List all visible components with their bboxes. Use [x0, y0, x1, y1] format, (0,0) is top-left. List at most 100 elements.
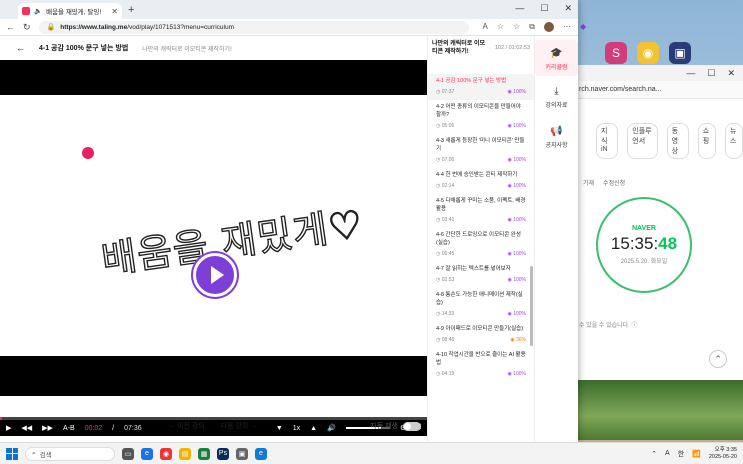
profile-avatar[interactable] [543, 22, 554, 32]
curriculum-item-title: 4-9 아이패드로 이모티콘 만들기(실습) [436, 326, 524, 332]
naver-clock-widget: NAVER 15:35:48 2025.5.20. 화요일 [596, 197, 692, 293]
task-view-icon[interactable]: ▭ [122, 447, 134, 460]
curriculum-item[interactable]: 4-9 아이패드로 이모티콘 만들기(실습) ◷ 08:46 ◉ 36% [428, 322, 534, 348]
duration: ◷ 04:19 [436, 371, 455, 377]
speaker-icon: 🔈 [34, 8, 43, 15]
progress-percent: ◉ 100% [507, 251, 526, 257]
more-menu-icon[interactable]: ⋯ [563, 22, 571, 32]
toolbar-icons: A ☆ ☆ ⧉ ⋯ ◆ [483, 22, 586, 32]
copilot-icon[interactable]: ◆ [580, 22, 586, 32]
curriculum-item-title: 4-3 새롭게 등장한 '미니 이모티콘' 만들기 [436, 138, 525, 152]
curriculum-item-meta: ◷ 04:19 ◉ 100% [436, 370, 526, 378]
side-menu: 🎓 커리큘럼 ⤓ 강의자료 📢 공지사항 [534, 36, 578, 442]
favorite-star-icon[interactable]: ☆ [497, 22, 504, 32]
input-mode-indicator[interactable]: A [665, 450, 670, 457]
address-bar[interactable]: 🔒 https://www.taling.me/vod/play/1071513… [38, 20, 469, 34]
background-window-controls: — ☐ ✕ [561, 65, 743, 81]
vod-page: ← 4-1 공감 100% 문구 넣는 방법 나만의 캐릭터로 이모티콘 제작하… [0, 36, 578, 442]
desktop: S ◉ ▣ — ☐ ✕ rch.naver.com/search.na... 지식i… [0, 0, 743, 464]
desktop-app-icon[interactable]: ▣ [669, 42, 691, 64]
duration: ◷ 14:33 [436, 311, 455, 317]
curriculum-item[interactable]: 4-10 작업시간을 반으로 줄이는 AI 활용법 ◷ 04:19 ◉ 100% [428, 348, 534, 382]
naver-subtab[interactable]: 수정신청 [603, 178, 625, 187]
chevron-up-icon[interactable]: ⌃ [651, 450, 657, 458]
curriculum-title: 나만의 캐릭터로 이모티콘 제작하기! [432, 41, 486, 55]
back-arrow-icon[interactable]: ← [16, 43, 25, 53]
curriculum-item-title: 4-4 한 번에 승인받는 콘티 제작하기 [436, 172, 518, 178]
previous-lesson-button[interactable]: ← 이전 강의 [168, 421, 205, 431]
duration: ◷ 03:41 [436, 217, 455, 223]
curriculum-panel: 나만의 캐릭터로 이모티콘 제작하기! 102 / 01:02:53 4-1 공… [427, 36, 534, 442]
next-lesson-button[interactable]: 다음 강의 → [221, 421, 258, 431]
curriculum-item[interactable]: 4-3 새롭게 등장한 '미니 이모티콘' 만들기 ◷ 07:00 ◉ 100% [428, 134, 534, 168]
naver-tab[interactable]: 뉴스 [724, 123, 743, 159]
background-image [561, 380, 743, 440]
tab-bar: 🔈 배움을 재밌게, 탈잉! ✕ + — ☐ ✕ [0, 0, 578, 19]
back-icon[interactable]: ← [6, 22, 15, 32]
duration: ◷ 02:53 [436, 277, 455, 283]
video-frame: 배움을 재밌게♡ [0, 95, 427, 356]
close-window-button[interactable]: ✕ [564, 3, 572, 14]
background-browser-window[interactable]: — ☐ ✕ rch.naver.com/search.na... 지식iN 인플루언… [560, 65, 743, 440]
store-app-icon[interactable]: ▣ [236, 447, 248, 460]
curriculum-item[interactable]: 4-6 간단한 드로잉으로 이모티콘 완성(실습) ◷ 06:45 ◉ 100% [428, 228, 534, 262]
new-tab-button[interactable]: + [128, 4, 134, 16]
url-text: https://www.taling.me/vod/play/1071513?m… [60, 23, 234, 31]
network-icon[interactable]: 📶 [692, 450, 701, 458]
taskbar-clock[interactable]: 오후 3:35 2025-05-20 [709, 447, 737, 461]
read-aloud-icon[interactable]: A [483, 22, 488, 32]
naver-tab[interactable]: 인플루언서 [627, 123, 658, 159]
scroll-top-button[interactable]: ⌃ [709, 350, 727, 368]
curriculum-count: 102 / 01:02:53 [494, 45, 530, 51]
curriculum-item[interactable]: 4-1 공감 100% 문구 넣는 방법 ◷ 07:37 ◉ 100% [428, 74, 534, 100]
naver-tab[interactable]: 지식iN [596, 123, 619, 159]
background-address-bar[interactable]: rch.naver.com/search.na... [561, 81, 743, 99]
edge-app-icon[interactable]: e [141, 447, 153, 460]
desktop-app-icon[interactable]: ◉ [637, 42, 659, 64]
naver-subtab[interactable]: 기재 [583, 178, 594, 187]
curriculum-item[interactable]: 4-5 다채롭게 꾸미는 소품, 이펙트, 배경 활용 ◷ 03:41 ◉ 100% [428, 194, 534, 228]
chrome-app-icon[interactable]: ◉ [160, 447, 172, 460]
browser-app-icon[interactable]: e [255, 447, 267, 460]
progress-percent: ◉ 100% [507, 217, 526, 223]
desktop-app-icon[interactable]: S [605, 42, 627, 64]
side-menu-curriculum[interactable]: 🎓 커리큘럼 [535, 40, 578, 76]
curriculum-item[interactable]: 4-4 한 번에 승인받는 콘티 제작하기 ◷ 02:14 ◉ 100% [428, 168, 534, 194]
curriculum-scrollbar[interactable] [530, 266, 533, 346]
curriculum-item[interactable]: 4-7 잘 읽히는 텍스트를 넣어보자 ◷ 02:53 ◉ 100% [428, 262, 534, 288]
refresh-icon[interactable]: ↻ [23, 22, 31, 33]
naver-tab[interactable]: 쇼핑 [697, 123, 716, 159]
maximize-button[interactable]: ☐ [540, 3, 548, 14]
autoplay-toggle[interactable]: 자동 재생 [370, 421, 421, 431]
spreadsheet-app-icon[interactable]: ▦ [198, 447, 210, 460]
window-controls: — ☐ ✕ [515, 3, 572, 14]
explorer-app-icon[interactable]: ▤ [179, 447, 191, 460]
curriculum-item-meta: ◷ 07:00 ◉ 100% [436, 156, 526, 164]
lock-icon: 🔒 [46, 24, 56, 31]
browser-tab[interactable]: 🔈 배움을 재밌게, 탈잉! ✕ [18, 3, 122, 19]
duration: ◷ 07:37 [436, 89, 455, 95]
collections-icon[interactable]: ⧉ [529, 22, 535, 32]
curriculum-item-meta: ◷ 02:14 ◉ 100% [436, 182, 526, 190]
curriculum-item-meta: ◷ 08:46 ◉ 36% [436, 336, 526, 344]
naver-tab[interactable]: 동영상 [666, 123, 689, 159]
play-overlay-button[interactable] [193, 253, 237, 297]
curriculum-item[interactable]: 4-2 어떤 종류의 이모티콘을 만들어야 할까? ◷ 05:06 ◉ 100% [428, 100, 534, 134]
clock-date: 2025.5.20. 화요일 [620, 259, 668, 265]
video-player[interactable]: 배움을 재밌게♡ ▶ ◀◀ ▶▶ A-B 00:02 / 07:36 ▼ 1x … [0, 60, 427, 436]
language-indicator[interactable]: 한 [678, 449, 684, 459]
curriculum-item[interactable]: 4-8 통손도 가능한 애니메이션 제작(실습) ◷ 14:33 ◉ 100% [428, 288, 534, 322]
favorites-icon[interactable]: ☆ [513, 22, 520, 32]
minimize-button[interactable]: — [515, 3, 524, 14]
photoshop-app-icon[interactable]: Ps [217, 447, 229, 460]
duration: ◷ 08:46 [436, 337, 455, 343]
close-tab-icon[interactable]: ✕ [111, 7, 118, 16]
navigation-bar: ← ↻ 🔒 https://www.taling.me/vod/play/107… [0, 19, 586, 36]
side-menu-materials[interactable]: ⤓ 강의자료 [535, 86, 578, 116]
start-button[interactable] [6, 447, 18, 460]
progress-percent: ◉ 36% [510, 337, 526, 343]
toggle-switch[interactable] [403, 421, 421, 431]
lesson-title: 4-1 공감 100% 문구 넣는 방법 [39, 45, 129, 52]
side-menu-notice[interactable]: 📢 공지사항 [535, 126, 578, 156]
taskbar-search[interactable]: ⌕ 검색 [25, 446, 115, 461]
